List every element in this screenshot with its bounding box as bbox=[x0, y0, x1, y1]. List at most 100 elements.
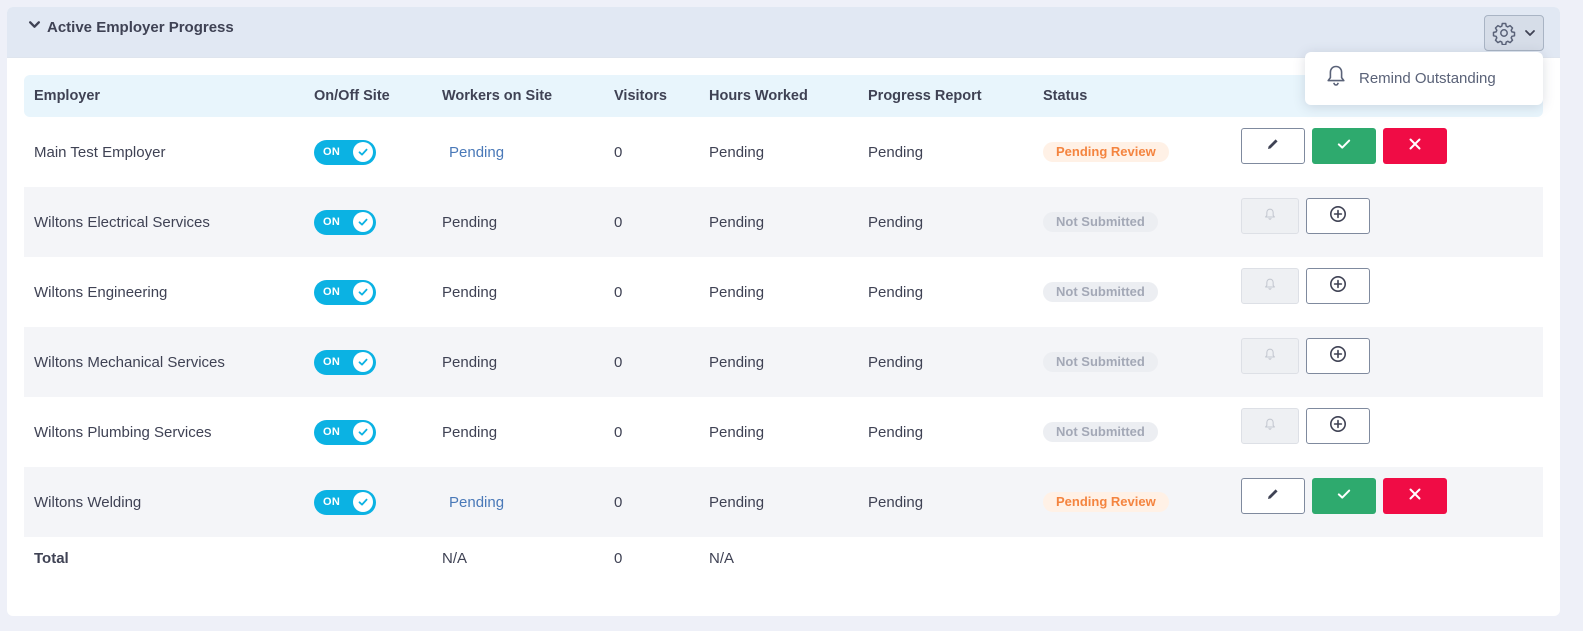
total-label: Total bbox=[34, 550, 69, 567]
table-row: Wiltons Plumbing Services ON Pending 0 P… bbox=[24, 397, 1543, 467]
workers-value: Pending bbox=[442, 213, 498, 231]
visitors-value: 0 bbox=[614, 283, 623, 301]
remind-button[interactable] bbox=[1241, 198, 1299, 234]
table-row: Wiltons Welding ON Pending 0 Pending Pen… bbox=[24, 467, 1543, 537]
check-icon bbox=[1336, 486, 1352, 506]
pencil-icon bbox=[1265, 486, 1281, 506]
employer-name: Wiltons Plumbing Services bbox=[34, 423, 212, 441]
col-hours-worked: Hours Worked bbox=[709, 88, 808, 104]
remind-outstanding-menu-item[interactable]: Remind Outstanding bbox=[1305, 52, 1543, 105]
check-icon bbox=[1336, 136, 1352, 156]
remind-button[interactable] bbox=[1241, 408, 1299, 444]
report-value: Pending bbox=[868, 143, 924, 161]
check-icon bbox=[353, 492, 373, 512]
report-value: Pending bbox=[868, 283, 924, 301]
check-icon bbox=[353, 422, 373, 442]
pencil-icon bbox=[1265, 136, 1281, 156]
col-progress-report: Progress Report bbox=[868, 88, 982, 104]
toggle-label: ON bbox=[323, 216, 341, 228]
plus-circle-icon bbox=[1329, 275, 1347, 297]
on-off-site-toggle[interactable]: ON bbox=[314, 489, 376, 515]
remind-button[interactable] bbox=[1241, 268, 1299, 304]
employer-name: Wiltons Mechanical Services bbox=[34, 353, 225, 371]
total-workers: N/A bbox=[442, 550, 468, 567]
check-icon bbox=[353, 352, 373, 372]
workers-value: Pending bbox=[442, 283, 498, 301]
visitors-value: 0 bbox=[614, 423, 623, 441]
status-badge: Not Submitted bbox=[1043, 352, 1158, 372]
report-value: Pending bbox=[868, 353, 924, 371]
visitors-value: 0 bbox=[614, 143, 623, 161]
check-icon bbox=[353, 212, 373, 232]
employer-table: Employer On/Off Site Workers on Site Vis… bbox=[24, 75, 1543, 580]
chevron-down-icon bbox=[28, 18, 47, 36]
workers-pending-link[interactable]: Pending bbox=[442, 144, 504, 161]
table-row: Wiltons Electrical Services ON Pending 0… bbox=[24, 187, 1543, 257]
visitors-value: 0 bbox=[614, 493, 623, 511]
toggle-label: ON bbox=[323, 286, 341, 298]
on-off-site-toggle[interactable]: ON bbox=[314, 209, 376, 235]
employer-name: Wiltons Electrical Services bbox=[34, 213, 210, 231]
visitors-value: 0 bbox=[614, 353, 623, 371]
table-row: Wiltons Engineering ON Pending 0 Pending… bbox=[24, 257, 1543, 327]
plus-circle-icon bbox=[1329, 205, 1347, 227]
hours-value: Pending bbox=[709, 143, 765, 161]
hours-value: Pending bbox=[709, 283, 765, 301]
bell-icon bbox=[1263, 417, 1277, 435]
on-off-site-toggle[interactable]: ON bbox=[314, 279, 376, 305]
workers-value: Pending bbox=[442, 353, 498, 371]
report-value: Pending bbox=[868, 213, 924, 231]
reject-button[interactable] bbox=[1383, 128, 1447, 164]
bell-icon bbox=[1263, 347, 1277, 365]
plus-circle-icon bbox=[1329, 415, 1347, 437]
bell-icon bbox=[1263, 207, 1277, 225]
status-badge: Not Submitted bbox=[1043, 212, 1158, 232]
employer-name: Main Test Employer bbox=[34, 143, 166, 161]
col-on-off-site: On/Off Site bbox=[314, 88, 390, 104]
on-off-site-toggle[interactable]: ON bbox=[314, 139, 376, 165]
on-off-site-toggle[interactable]: ON bbox=[314, 349, 376, 375]
check-icon bbox=[353, 142, 373, 162]
add-button[interactable] bbox=[1306, 268, 1370, 304]
card-header: Active Employer Progress bbox=[7, 7, 1560, 58]
hours-value: Pending bbox=[709, 213, 765, 231]
report-value: Pending bbox=[868, 423, 924, 441]
col-employer: Employer bbox=[34, 88, 101, 104]
toggle-label: ON bbox=[323, 146, 341, 158]
table-row: Main Test Employer ON Pending 0 Pending … bbox=[24, 117, 1543, 187]
total-visitors: 0 bbox=[614, 550, 623, 567]
report-value: Pending bbox=[868, 493, 924, 511]
approve-button[interactable] bbox=[1312, 478, 1376, 514]
reject-button[interactable] bbox=[1383, 478, 1447, 514]
remind-outstanding-label: Remind Outstanding bbox=[1359, 70, 1496, 87]
add-button[interactable] bbox=[1306, 408, 1370, 444]
visitors-value: 0 bbox=[614, 213, 623, 231]
plus-circle-icon bbox=[1329, 345, 1347, 367]
collapse-toggle[interactable]: Active Employer Progress bbox=[28, 18, 234, 36]
status-badge: Pending Review bbox=[1043, 142, 1169, 162]
employer-name: Wiltons Welding bbox=[34, 493, 142, 511]
gear-icon bbox=[1492, 21, 1516, 45]
total-hours: N/A bbox=[709, 550, 735, 567]
chevron-down-icon bbox=[1524, 27, 1536, 39]
add-button[interactable] bbox=[1306, 338, 1370, 374]
bell-icon bbox=[1263, 277, 1277, 295]
bell-icon bbox=[1325, 64, 1347, 93]
toggle-label: ON bbox=[323, 356, 341, 368]
check-icon bbox=[353, 282, 373, 302]
edit-button[interactable] bbox=[1241, 478, 1305, 514]
edit-button[interactable] bbox=[1241, 128, 1305, 164]
status-badge: Not Submitted bbox=[1043, 422, 1158, 442]
toggle-label: ON bbox=[323, 496, 341, 508]
col-status: Status bbox=[1043, 88, 1088, 104]
toggle-label: ON bbox=[323, 426, 341, 438]
hours-value: Pending bbox=[709, 423, 765, 441]
col-visitors: Visitors bbox=[614, 88, 667, 104]
add-button[interactable] bbox=[1306, 198, 1370, 234]
workers-pending-link[interactable]: Pending bbox=[442, 494, 504, 511]
settings-dropdown-button[interactable] bbox=[1484, 15, 1544, 51]
hours-value: Pending bbox=[709, 353, 765, 371]
remind-button[interactable] bbox=[1241, 338, 1299, 374]
on-off-site-toggle[interactable]: ON bbox=[314, 419, 376, 445]
approve-button[interactable] bbox=[1312, 128, 1376, 164]
